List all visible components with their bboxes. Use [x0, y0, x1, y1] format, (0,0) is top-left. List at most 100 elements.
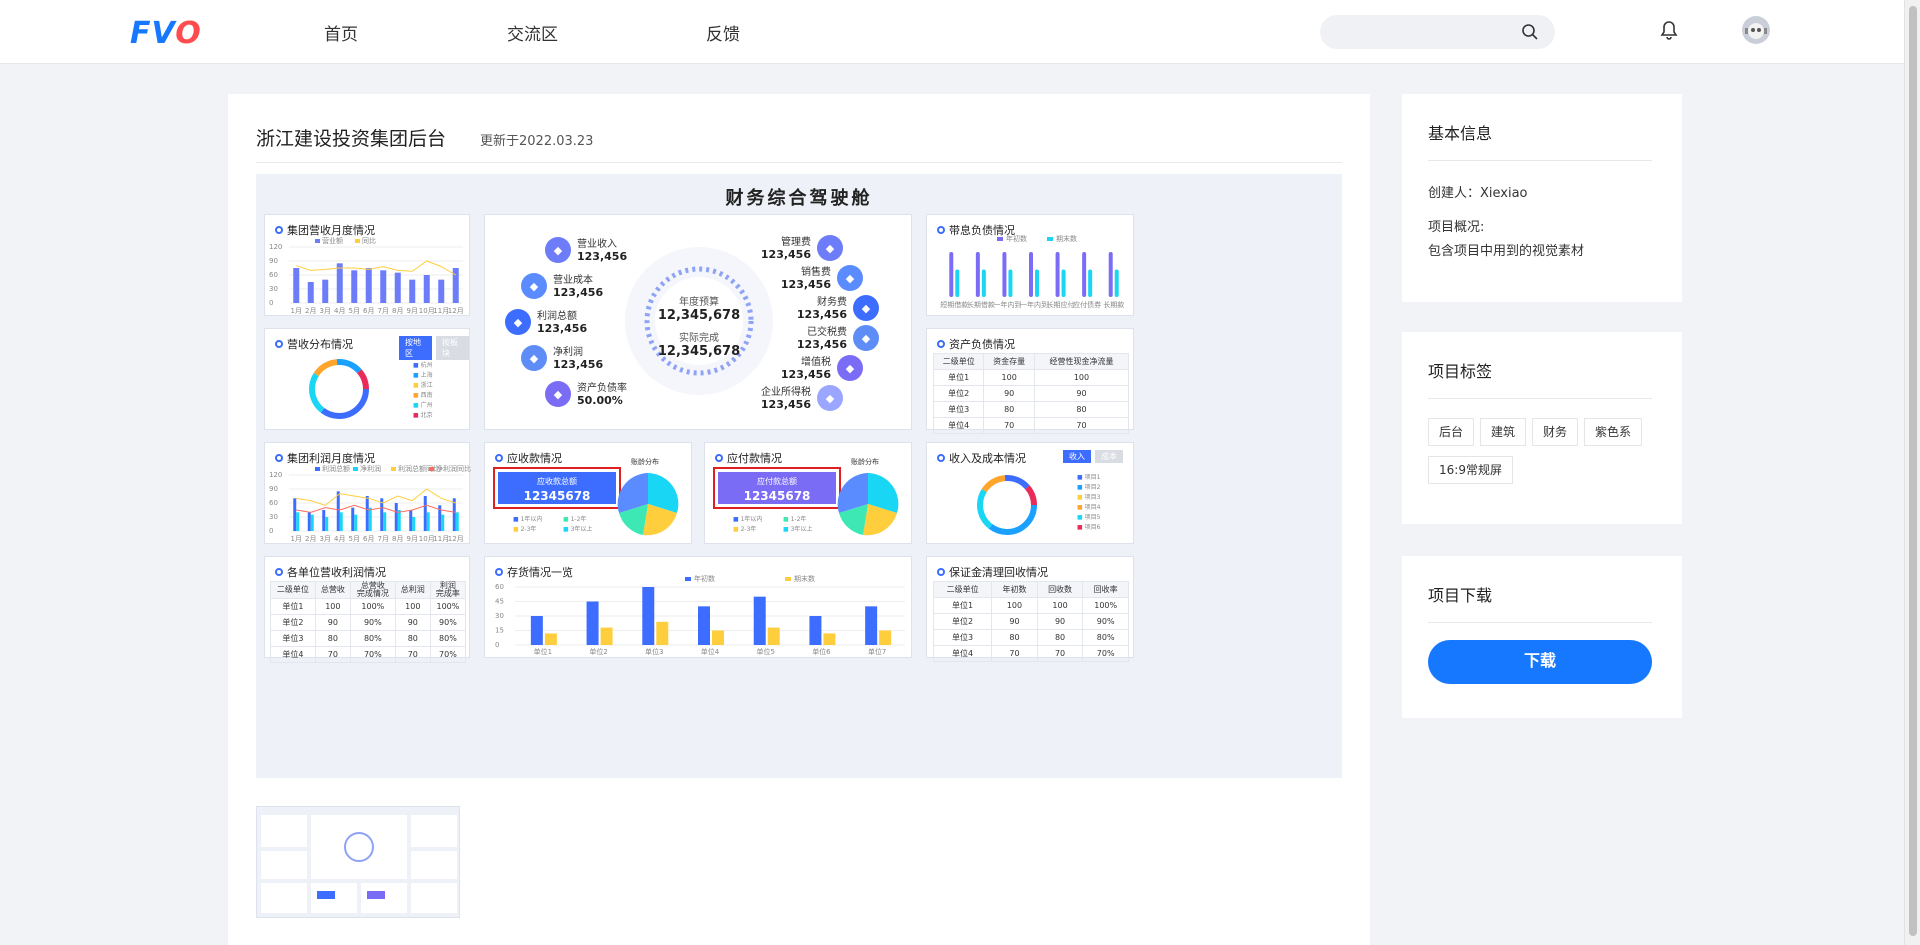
- preview-thumbnail[interactable]: [256, 806, 460, 918]
- x-tick-label: 一年内到: [993, 300, 1021, 309]
- x-tick-label: 1月: [291, 535, 302, 543]
- kpi-label: 营业成本: [553, 275, 593, 286]
- divider: [256, 162, 1342, 163]
- nav-home[interactable]: 首页: [324, 20, 358, 45]
- kpi-icon: ◆: [521, 345, 547, 371]
- series-line: [296, 504, 456, 513]
- bar: [310, 514, 314, 531]
- payable-pie: [837, 473, 899, 536]
- table-header-row: 二级单位 年初数 回收数 回收率: [932, 581, 1129, 598]
- x-tick-label: 单位4: [701, 647, 720, 656]
- legend-swatch: [391, 467, 396, 471]
- overview-label: 项目概况:: [1428, 220, 1485, 235]
- bar: [865, 606, 878, 645]
- y-tick-label: 0: [269, 527, 273, 535]
- card-revenue-monthly: 集团营收月度情况 营业额 同比 120 90 60 30 0 1月 2月 3月 4月 5月 6月 7月 8月…: [264, 214, 470, 316]
- legend-swatch: [785, 577, 791, 581]
- bar: [351, 270, 358, 303]
- kpi-label: 企业所得税: [761, 387, 811, 398]
- bar: [698, 606, 710, 645]
- table-header-cell: 总利润: [394, 581, 431, 599]
- table-row: 单位3 80 80: [932, 401, 1130, 418]
- kpi-item: 增值税 123,456: [741, 353, 831, 381]
- legend: ■ 1年以内 ■ 1-2年 ■ 2-3年 ■ 3年以上: [733, 516, 813, 533]
- scrollbar-thumb[interactable]: [1909, 6, 1917, 936]
- kpi-value: 50.00%: [577, 394, 623, 407]
- legend-swatch: [1047, 237, 1053, 241]
- x-tick-label: 单位7: [868, 647, 886, 656]
- table-cell: 90: [314, 614, 351, 631]
- table-cell: 100%: [429, 598, 467, 615]
- balance-table: 二级单位 资金存量 经营性现金净流量 单位1 100 100 单位2 90 90 单位3 80 80 单…: [932, 353, 1130, 434]
- table-cell: 90%: [429, 614, 467, 631]
- avatar[interactable]: [1742, 16, 1770, 44]
- bar: [397, 510, 401, 531]
- bar: [1035, 269, 1039, 297]
- kpi-icon: ◆: [853, 325, 879, 351]
- nav-feedback[interactable]: 反馈: [706, 20, 740, 45]
- legend-label: 利润总额: [322, 465, 350, 473]
- bar: [296, 512, 300, 531]
- x-tick-label: 7月: [378, 535, 389, 543]
- dashboard-preview[interactable]: 财务综合驾驶舱 集团营收月度情况 营业额 同比 120 90 60 30 0 1月 2月 3月 4月…: [256, 174, 1342, 778]
- download-button[interactable]: 下载: [1428, 640, 1652, 684]
- bar: [336, 491, 340, 531]
- legend-swatch: [315, 239, 320, 243]
- x-tick-label: 单位3: [645, 647, 663, 656]
- search-input[interactable]: [1320, 15, 1555, 49]
- table-cell: 80: [314, 630, 351, 647]
- x-tick-label: 4月: [334, 535, 345, 543]
- nav-community[interactable]: 交流区: [507, 20, 558, 45]
- legend: ■ 1年以内 ■ 1-2年 ■ 2-3年 ■ 3年以上: [513, 516, 593, 533]
- card-payable: 应付款情况 应付款总额 12345678 账龄分布 ■ 1年以内 ■ 1-2年 ■…: [704, 442, 912, 544]
- tag-item[interactable]: 紫色系: [1584, 418, 1643, 446]
- legend-swatch: [355, 239, 360, 243]
- table-cell: 90: [983, 385, 1035, 402]
- tag-item[interactable]: 财务: [1532, 418, 1579, 446]
- table-row: 单位2 90 90: [932, 385, 1130, 402]
- card-title: 资产负债情况: [937, 336, 1015, 352]
- x-tick-label: 5月: [349, 307, 360, 315]
- card-title: 应收款情况: [495, 450, 562, 466]
- legend-label: 年初数: [694, 574, 715, 583]
- x-tick-label: 2月: [305, 307, 316, 315]
- table-row: 单位2 90 90 90%: [932, 613, 1129, 630]
- card-unit-profit: 各单位营收利润情况 二级单位 总营收 总营收 完成情况 总利润 利润 完成率 单位1 100…: [264, 556, 470, 663]
- kpi-icon: ◆: [521, 273, 547, 299]
- bar: [412, 517, 416, 531]
- table-cell: 70%: [349, 646, 396, 663]
- tag-item[interactable]: 后台: [1428, 418, 1475, 446]
- table-cell: 70: [314, 646, 351, 663]
- table-cell: 70: [394, 646, 431, 663]
- x-tick-label: 单位5: [756, 647, 774, 656]
- bar: [1008, 269, 1013, 297]
- x-tick-label: 7月: [378, 307, 389, 315]
- receivable-pie: [617, 473, 679, 536]
- kpi-item: 管理费 123,456: [721, 233, 811, 261]
- x-tick-label: 长期借款: [967, 300, 995, 309]
- revenue-monthly-chart: 营业额 同比12090603001月 2月 3月 4月 5月 6月 7月 8月 9月 10月11月1…: [269, 237, 464, 315]
- logo[interactable]: FVO: [130, 16, 202, 51]
- tag-item[interactable]: 建筑: [1480, 418, 1527, 446]
- search-icon[interactable]: [1521, 23, 1539, 41]
- card-title: 应付款情况: [715, 450, 782, 466]
- bar: [975, 252, 980, 297]
- x-tick-label: 8月: [392, 535, 403, 543]
- x-tick-label: 2月: [305, 535, 316, 543]
- kpi-label: 销售费: [801, 267, 831, 278]
- kpi-value: 123,456: [577, 250, 628, 263]
- y-tick-label: 60: [269, 499, 278, 507]
- table-cell: 单位1: [270, 598, 316, 615]
- y-tick-label: 0: [269, 299, 273, 307]
- table-cell: 70: [983, 417, 1035, 434]
- legend-label: 营业额: [322, 237, 343, 245]
- table-header-cell: 二级单位: [932, 353, 985, 370]
- page-scrollbar[interactable]: [1904, 0, 1920, 945]
- table-header-cell: 总营收 完成情况: [349, 581, 396, 599]
- bar: [767, 627, 780, 645]
- tag-item[interactable]: 16:9常规屏: [1428, 456, 1513, 484]
- table-cell: 70: [991, 645, 1038, 662]
- bell-icon[interactable]: [1660, 20, 1678, 40]
- table-row: 单位4 70 70 70%: [932, 645, 1129, 662]
- top-nav: FVO 首页 交流区 反馈: [0, 0, 1904, 64]
